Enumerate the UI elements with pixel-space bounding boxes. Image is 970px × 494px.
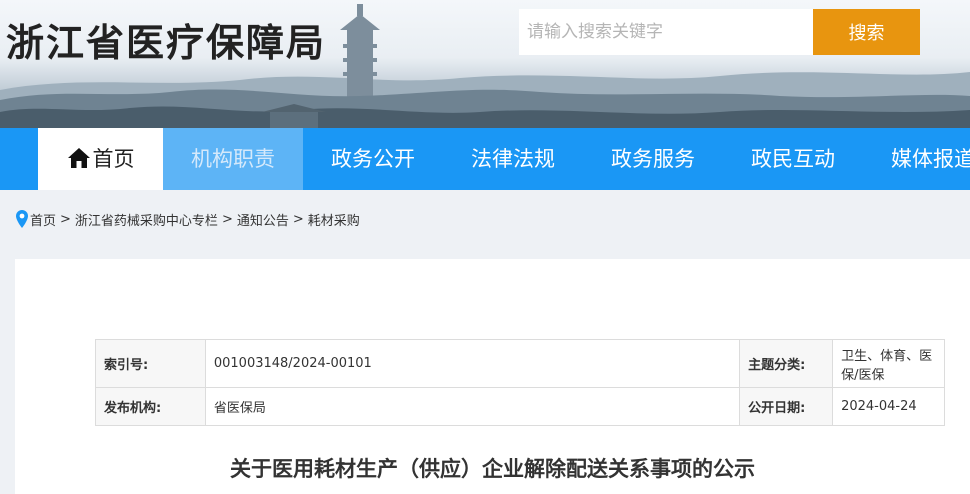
publisher-value: 省医保局 [204, 387, 741, 426]
breadcrumb-separator: > [221, 211, 233, 227]
breadcrumb-home[interactable]: 首页 [30, 210, 56, 229]
index-value: 001003148/2024-00101 [204, 339, 741, 388]
breadcrumb-procurement-center[interactable]: 浙江省药械采购中心专栏 [75, 210, 218, 229]
index-label: 索引号: [95, 339, 206, 388]
nav-item-laws[interactable]: 法律法规 [443, 128, 583, 190]
search-input[interactable] [519, 9, 813, 55]
nav-item-home[interactable]: 首页 [38, 128, 163, 190]
site-title: 浙江省医疗保障局 [6, 21, 327, 65]
breadcrumb: 首页 > 浙江省药械采购中心专栏 > 通知公告 > 耗材采购 [16, 209, 360, 229]
table-row: 索引号: 001003148/2024-00101 主题分类: 卫生、体育、医保… [95, 339, 945, 388]
nav-item-home-label: 首页 [92, 147, 135, 171]
header-banner: 浙江省医疗保障局 搜索 [0, 0, 970, 128]
publisher-label: 发布机构: [95, 387, 206, 426]
article-title: 关于医用耗材生产（供应）企业解除配送关系事项的公示 [230, 457, 755, 481]
location-pin-icon [16, 210, 28, 228]
date-value: 2024-04-24 [832, 387, 945, 426]
breadcrumb-consumables[interactable]: 耗材采购 [308, 210, 360, 229]
home-icon [67, 148, 90, 168]
topic-value: 卫生、体育、医保/医保 [832, 339, 945, 388]
search-button[interactable]: 搜索 [813, 9, 920, 55]
table-row: 发布机构: 省医保局 公开日期: 2024-04-24 [95, 387, 945, 426]
topic-label: 主题分类: [739, 339, 834, 388]
metadata-table: 索引号: 001003148/2024-00101 主题分类: 卫生、体育、医保… [95, 339, 945, 426]
nav-item-media[interactable]: 媒体报道 [863, 128, 970, 190]
nav-item-institution[interactable]: 机构职责 [163, 128, 303, 190]
main-nav: 首页 机构职责 政务公开 法律法规 政务服务 政民互动 媒体报道 [0, 128, 970, 190]
article-panel: 索引号: 001003148/2024-00101 主题分类: 卫生、体育、医保… [15, 259, 970, 494]
nav-item-government-affairs[interactable]: 政务公开 [303, 128, 443, 190]
date-label: 公开日期: [739, 387, 834, 426]
nav-item-interaction[interactable]: 政民互动 [723, 128, 863, 190]
nav-item-services[interactable]: 政务服务 [583, 128, 723, 190]
breadcrumb-notices[interactable]: 通知公告 [237, 210, 289, 229]
breadcrumb-separator: > [292, 211, 304, 227]
breadcrumb-separator: > [60, 211, 71, 227]
